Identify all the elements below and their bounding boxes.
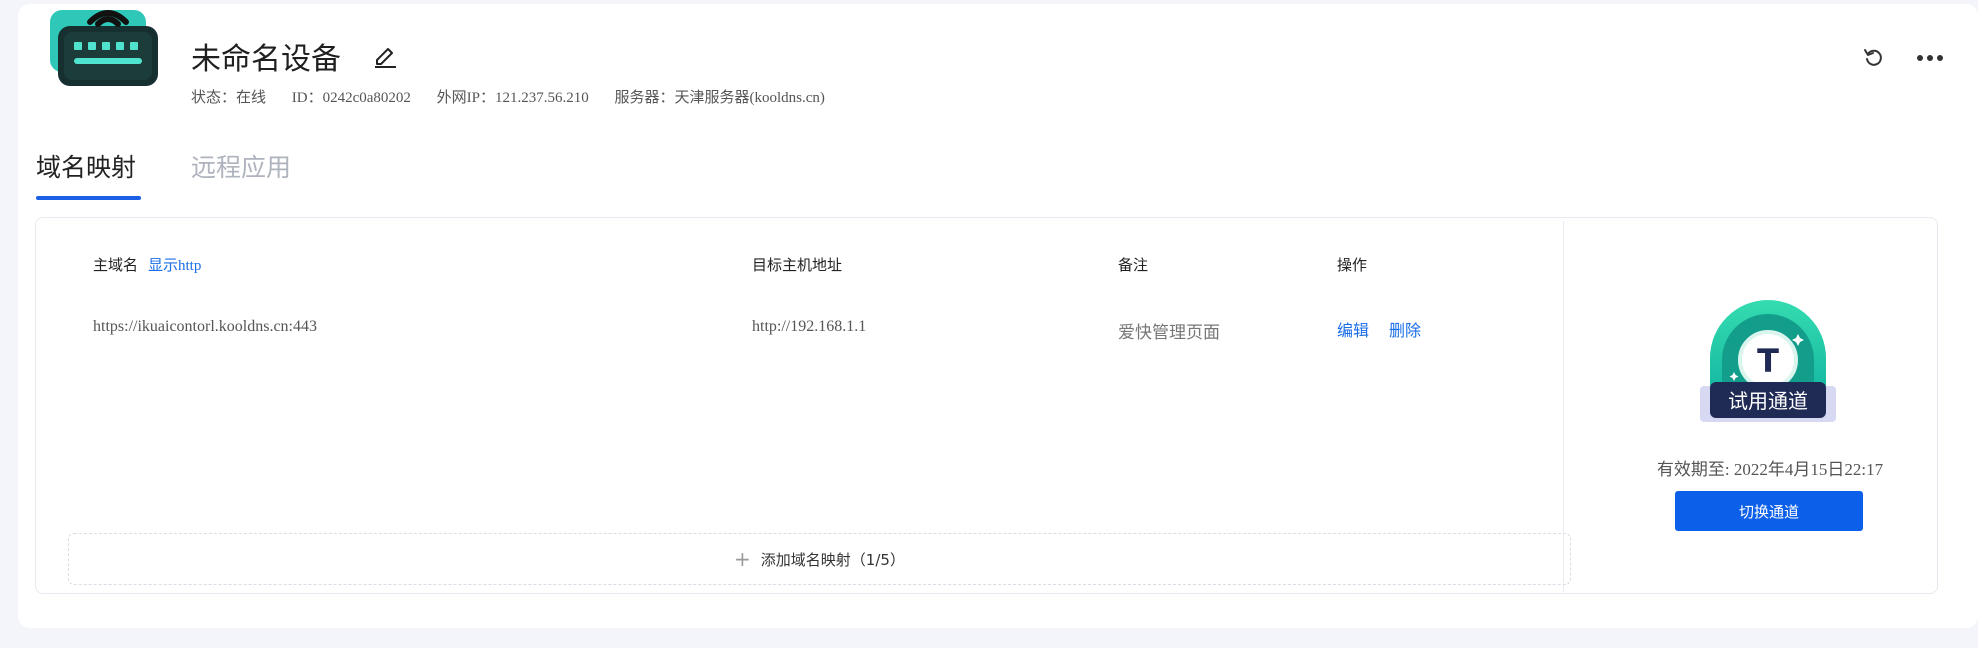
header-hostname-label: 主域名 (93, 256, 139, 274)
status-text: 状态：在线 (191, 90, 267, 106)
header-note: 备注 (1118, 256, 1149, 274)
device-meta: 状态：在线 ID：0242c0a80202 外网IP：121.237.56.21… (191, 86, 847, 107)
header-hostname: 主域名 显示http (93, 254, 201, 275)
plus-icon: + (734, 547, 751, 571)
svg-text:T: T (1757, 342, 1779, 380)
add-mapping-label: 添加域名映射（1/5） (760, 550, 905, 569)
switch-channel-button[interactable]: 切换通道 (1675, 491, 1863, 531)
header-target: 目标主机地址 (752, 256, 843, 274)
server-text: 服务器：天津服务器(kooldns.cn) (614, 90, 825, 106)
validity-text: 有效期至: 2022年4月15日22:17 (1656, 460, 1884, 479)
header-actions: 操作 (1337, 256, 1368, 274)
tab-remote-apps[interactable]: 远程应用 (191, 148, 291, 184)
edit-icon[interactable] (372, 42, 398, 68)
svg-text:试用通道: 试用通道 (1728, 389, 1808, 413)
device-name: 未命名设备 (191, 42, 341, 77)
add-mapping-button[interactable]: + 添加域名映射（1/5） (68, 533, 1571, 585)
show-http-link[interactable]: 显示http (148, 258, 201, 274)
active-tab-indicator (36, 196, 141, 200)
device-id: ID：0242c0a80202 (291, 90, 411, 106)
more-button[interactable] (1916, 44, 1944, 72)
refresh-icon (1864, 49, 1882, 66)
edit-link[interactable]: 编辑 (1337, 317, 1369, 341)
header-actions (1860, 44, 1944, 72)
public-ip: 外网IP：121.237.56.210 (436, 90, 589, 106)
router-icon (50, 10, 158, 86)
trial-channel-badge: T 试用通道 (1700, 300, 1836, 422)
row-note: 爱快管理页面 (1118, 323, 1220, 343)
row-target: http://192.168.1.1 (752, 318, 867, 335)
tab-domain-mapping[interactable]: 域名映射 (36, 148, 136, 184)
delete-link[interactable]: 删除 (1389, 317, 1421, 341)
row-hostname: https://ikuaicontorl.kooldns.cn:443 (93, 318, 317, 335)
refresh-button[interactable] (1860, 44, 1888, 72)
more-icon (1917, 55, 1943, 61)
